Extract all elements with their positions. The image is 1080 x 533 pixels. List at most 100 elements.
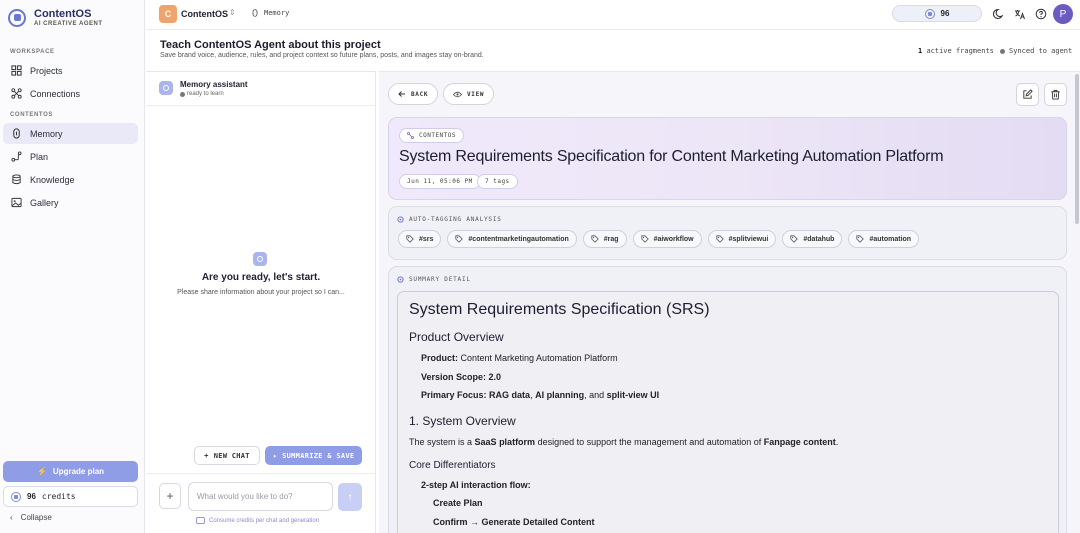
credits-icon	[924, 8, 935, 19]
sidebar-item-knowledge[interactable]: Knowledge	[3, 169, 138, 190]
scrollbar[interactable]	[1074, 72, 1080, 533]
hint-label: Consume credits per chat and generation	[209, 517, 320, 524]
doc-line-step-flow: 2-step AI interaction flow:	[421, 480, 531, 490]
summary-document: System Requirements Specification (SRS) …	[397, 291, 1059, 533]
translate-icon[interactable]	[1014, 8, 1026, 20]
tag-chip[interactable]: #contentmarketingautomation	[447, 230, 577, 248]
credits-box[interactable]: 96 credits	[3, 486, 138, 507]
sidebar-item-projects[interactable]: Projects	[3, 60, 138, 81]
doc-value: Content Marketing Automation Platform	[460, 353, 618, 363]
tag-label: #automation	[869, 235, 912, 243]
summary-detail-card: SUMMARY DETAIL System Requirements Speci…	[388, 266, 1067, 533]
sync-status: Synced to agent	[1000, 47, 1072, 55]
doc-key: Version Scope:	[421, 372, 487, 382]
sidebar-item-plan[interactable]: Plan	[3, 146, 138, 167]
summary-detail-label: SUMMARY DETAIL	[397, 276, 471, 283]
status-dot-icon	[180, 91, 185, 97]
doc-value: Fanpage content	[763, 437, 836, 447]
doc-value: Create Plan	[433, 498, 483, 508]
sidebar-item-gallery[interactable]: Gallery	[3, 192, 138, 213]
fragments-number: 1	[918, 47, 923, 55]
sidebar-item-label: Plan	[30, 151, 49, 162]
upgrade-plan-button[interactable]: ⚡ Upgrade plan	[3, 461, 138, 482]
memory-hero-card: CONTENTOS System Requirements Specificat…	[388, 117, 1067, 200]
assistant-icon	[253, 252, 267, 266]
plan-icon	[11, 151, 22, 162]
breadcrumb-current: Memory	[264, 9, 290, 17]
memory-icon	[13, 128, 20, 139]
eye-icon	[453, 91, 462, 97]
tag-icon	[790, 235, 799, 243]
tag-chip[interactable]: #splitviewui	[707, 230, 777, 248]
doc-text: The system is a	[409, 437, 473, 447]
collapse-button[interactable]: ‹ Collapse	[10, 513, 52, 522]
lightning-icon: ⚡	[36, 467, 47, 476]
view-button[interactable]: VIEW	[443, 83, 495, 105]
tag-chip[interactable]: #aiworkflow	[632, 230, 702, 248]
chevron-left-icon: ‹	[10, 513, 13, 522]
memory-detail-panel: BACK VIEW CONTENTOS System Requirements …	[379, 71, 1080, 533]
sidebar-item-label: Projects	[30, 65, 63, 76]
new-chat-button[interactable]: + NEW CHAT	[194, 446, 260, 465]
back-label: BACK	[411, 90, 429, 98]
sidebar-item-connections[interactable]: Connections	[3, 83, 138, 104]
status-dot-icon	[1000, 48, 1005, 54]
credits-label: credits	[41, 492, 76, 501]
tag-label: #rag	[603, 235, 619, 243]
tag-label: #datahub	[803, 235, 835, 243]
project-name[interactable]: ContentOS	[181, 9, 228, 19]
connections-icon	[407, 132, 414, 139]
brand-logo-icon	[8, 8, 26, 27]
plus-icon: +	[204, 451, 209, 460]
contentos-section-label: CONTENTOS	[10, 112, 53, 118]
grid-icon	[11, 65, 22, 76]
doc-line-confirm: Confirm → Generate Detailed Content	[433, 517, 595, 527]
fragments-count: 1 active fragments	[918, 47, 994, 55]
sidebar-item-memory[interactable]: Memory	[3, 123, 138, 144]
tags-count-chip: 7 tags	[477, 174, 518, 189]
tag-chip[interactable]: #automation	[848, 230, 920, 248]
doc-section-system-overview: 1. System Overview	[409, 414, 516, 428]
arrow-left-icon	[398, 91, 405, 97]
image-icon	[11, 197, 22, 208]
project-avatar[interactable]: C	[159, 5, 177, 23]
moon-icon[interactable]	[993, 8, 1005, 20]
doc-line-overview: The system is a SaaS platform designed t…	[409, 437, 839, 447]
empty-state-subtitle: Please share information about your proj…	[177, 289, 345, 296]
ticket-icon	[196, 517, 205, 524]
sparkle-icon	[397, 216, 404, 223]
chevron-updown-icon[interactable]: ⇕	[229, 8, 236, 17]
collapse-label: Collapse	[20, 513, 52, 522]
tag-chip[interactable]: #srs	[398, 230, 442, 248]
user-avatar[interactable]: P	[1053, 4, 1073, 24]
back-button[interactable]: BACK	[388, 83, 439, 105]
auto-tagging-label: AUTO-TAGGING ANALYSIS	[397, 216, 502, 223]
new-chat-label: NEW CHAT	[213, 451, 250, 460]
brand[interactable]: ContentOS AI CREATIVE AGENT	[8, 8, 103, 27]
credits-pill[interactable]: 96	[892, 5, 982, 22]
connections-icon	[11, 88, 22, 99]
page-title: Teach ContentOS Agent about this project	[160, 39, 381, 51]
send-button[interactable]: ↑	[338, 483, 362, 511]
summarize-save-button[interactable]: ✦ SUMMARIZE & SAVE	[265, 446, 362, 465]
help-icon[interactable]	[1035, 8, 1047, 20]
tag-icon	[406, 235, 414, 243]
doc-value: AI planning	[535, 390, 585, 400]
synced-label: Synced to agent	[1009, 47, 1073, 55]
tag-icon	[716, 235, 724, 243]
doc-key: Product:	[421, 353, 458, 363]
chat-input[interactable]	[188, 482, 333, 511]
divider	[146, 473, 376, 474]
doc-line-focus: Primary Focus: RAG data, AI planning, an…	[421, 390, 660, 400]
tag-icon	[640, 235, 649, 243]
sidebar: ContentOS AI CREATIVE AGENT WORKSPACE Pr…	[0, 0, 145, 533]
edit-button[interactable]	[1016, 83, 1039, 106]
memory-title: System Requirements Specification for Co…	[399, 148, 944, 165]
doc-key: Primary Focus:	[421, 390, 487, 400]
tag-chip[interactable]: #datahub	[782, 230, 843, 248]
tag-chip[interactable]: #rag	[582, 230, 627, 248]
attach-button[interactable]: +	[159, 483, 181, 509]
workspace-section-label: WORKSPACE	[10, 49, 55, 55]
breadcrumb: Memory	[251, 9, 289, 17]
delete-button[interactable]	[1044, 83, 1067, 106]
